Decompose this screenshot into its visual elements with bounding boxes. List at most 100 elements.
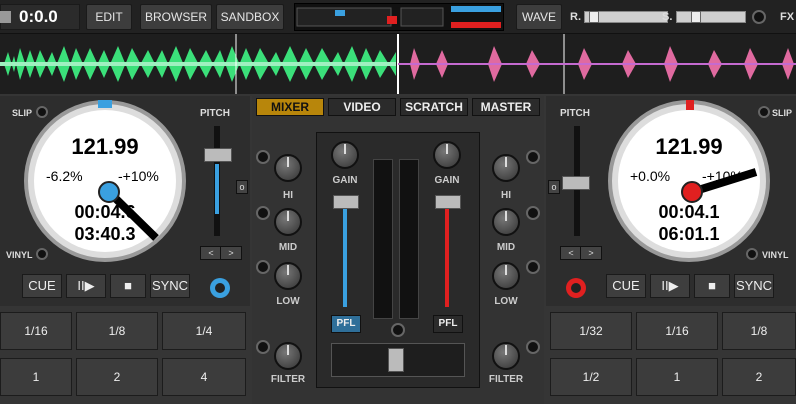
left-loop-pad[interactable]: 1/16 [0, 312, 72, 350]
right-nudge-left-button[interactable]: < [560, 246, 582, 260]
s-slider-thumb[interactable] [691, 11, 701, 23]
right-play-pause-button[interactable]: II▶ [650, 274, 690, 298]
time-square-icon [0, 11, 11, 23]
right-slip-label: SLIP [772, 108, 793, 118]
left-needle-icon [98, 181, 159, 241]
right-filter-knob[interactable] [492, 342, 520, 370]
left-loop-pad[interactable]: 1 [0, 358, 72, 396]
right-hi-knob[interactable] [492, 154, 520, 182]
right-vinyl-toggle[interactable] [746, 248, 758, 260]
right-loop-pad[interactable]: 1/2 [550, 358, 632, 396]
left-mid-knob[interactable] [274, 208, 302, 236]
right-low-knob[interactable] [492, 262, 520, 290]
tab-scratch[interactable]: SCRATCH [400, 98, 468, 116]
right-stop-button[interactable]: ■ [694, 274, 730, 298]
waveform-overview[interactable] [0, 34, 796, 94]
left-pitch-fader[interactable] [204, 148, 232, 162]
right-loop-pad[interactable]: 1/16 [636, 312, 718, 350]
tab-master[interactable]: MASTER [472, 98, 540, 116]
crossfader-track[interactable] [331, 343, 465, 377]
left-stop-button[interactable]: ■ [110, 274, 146, 298]
s-slider[interactable] [676, 11, 746, 23]
right-gain-knob[interactable] [433, 141, 461, 169]
right-mid-label: MID [496, 242, 516, 253]
right-jog-marker [686, 100, 694, 110]
left-gain-knob[interactable] [331, 141, 359, 169]
right-mid-knob[interactable] [492, 208, 520, 236]
left-jogwheel[interactable]: 121.99 -6.2% -+10% 00:04.6 03:40.3 [24, 100, 186, 262]
left-loop-pad[interactable]: 4 [162, 358, 246, 396]
left-loop-pad[interactable]: 1/8 [76, 312, 158, 350]
reverb-slider-thumb[interactable] [589, 11, 599, 23]
left-jog-marker [98, 100, 112, 108]
s-label: S. [662, 11, 673, 23]
left-low-label: LOW [276, 296, 300, 307]
right-nudge-right-button[interactable]: > [580, 246, 602, 260]
mixer-center-toggle[interactable] [391, 323, 405, 337]
left-cue-button[interactable]: CUE [22, 274, 62, 298]
wave-button[interactable]: WAVE [516, 4, 562, 30]
right-loop-pad[interactable]: 1/32 [550, 312, 632, 350]
left-hi-kill[interactable] [256, 150, 270, 164]
left-hi-label: HI [283, 190, 293, 201]
tab-video[interactable]: VIDEO [328, 98, 396, 116]
right-loop-pad[interactable]: 1 [636, 358, 718, 396]
left-nudge-right-button[interactable]: > [220, 246, 242, 260]
left-mid-kill[interactable] [256, 206, 270, 220]
left-pitch-zero-button[interactable]: o [236, 180, 248, 194]
right-hi-kill[interactable] [526, 150, 540, 164]
mixer-center: GAIN GAIN PFL PFL [316, 132, 480, 388]
left-filter-knob[interactable] [274, 342, 302, 370]
right-sync-button[interactable]: SYNC [734, 274, 774, 298]
left-filter-label: FILTER [270, 374, 306, 385]
left-vinyl-toggle[interactable] [36, 248, 48, 260]
right-deck-indicator-icon [566, 278, 586, 298]
right-gain-label: GAIN [434, 175, 460, 186]
edit-button[interactable]: EDIT [86, 4, 132, 30]
browser-button[interactable]: BROWSER [140, 4, 212, 30]
crossfader-thumb[interactable] [388, 348, 404, 372]
right-low-kill[interactable] [526, 260, 540, 274]
left-hi-knob[interactable] [274, 154, 302, 182]
right-vu-meter [399, 159, 419, 319]
left-pfl-button[interactable]: PFL [331, 315, 361, 333]
left-volume-fader[interactable] [333, 195, 359, 209]
left-volume-track[interactable] [343, 199, 347, 307]
right-jogwheel[interactable]: 121.99 +0.0% -+10% 00:04.1 06:01.1 [608, 100, 770, 262]
reverb-slider[interactable] [584, 11, 668, 23]
right-pitch-zero-button[interactable]: o [548, 180, 560, 194]
left-loop-pad[interactable]: 1/4 [162, 312, 246, 350]
reverb-label: R. [570, 11, 581, 23]
mini-layout-overview[interactable] [294, 3, 504, 31]
tab-mixer[interactable]: MIXER [256, 98, 324, 116]
fx-toggle-icon[interactable] [752, 10, 766, 24]
left-mid-label: MID [278, 242, 298, 253]
mixer-panel: MIXER VIDEO SCRATCH MASTER HI MID LOW FI… [252, 96, 544, 404]
right-vinyl-label: VINYL [762, 250, 789, 260]
left-vinyl-label: VINYL [6, 250, 33, 260]
sandbox-button[interactable]: SANDBOX [216, 4, 284, 30]
left-filter-kill[interactable] [256, 340, 270, 354]
left-nudge-left-button[interactable]: < [200, 246, 222, 260]
left-loop-pad[interactable]: 2 [76, 358, 158, 396]
left-sync-button[interactable]: SYNC [150, 274, 190, 298]
right-volume-fader[interactable] [435, 195, 461, 209]
left-deck: SLIP PITCH 121.99 -6.2% -+10% 00:04.6 03… [0, 96, 250, 306]
right-jog-face: 121.99 +0.0% -+10% 00:04.1 06:01.1 [618, 110, 760, 252]
left-jog-face: 121.99 -6.2% -+10% 00:04.6 03:40.3 [34, 110, 176, 252]
left-low-kill[interactable] [256, 260, 270, 274]
right-loop-pad[interactable]: 1/8 [722, 312, 796, 350]
left-low-knob[interactable] [274, 262, 302, 290]
right-pitch-label: PITCH [560, 108, 590, 119]
right-mid-kill[interactable] [526, 206, 540, 220]
right-volume-track[interactable] [445, 199, 449, 307]
right-cue-button[interactable]: CUE [606, 274, 646, 298]
left-play-pause-button[interactable]: II▶ [66, 274, 106, 298]
left-pitch-track[interactable] [214, 126, 220, 236]
right-hi-label: HI [501, 190, 511, 201]
right-filter-label: FILTER [488, 374, 524, 385]
right-loop-pad[interactable]: 2 [722, 358, 796, 396]
right-pitch-fader[interactable] [562, 176, 590, 190]
right-filter-kill[interactable] [526, 340, 540, 354]
right-pfl-button[interactable]: PFL [433, 315, 463, 333]
